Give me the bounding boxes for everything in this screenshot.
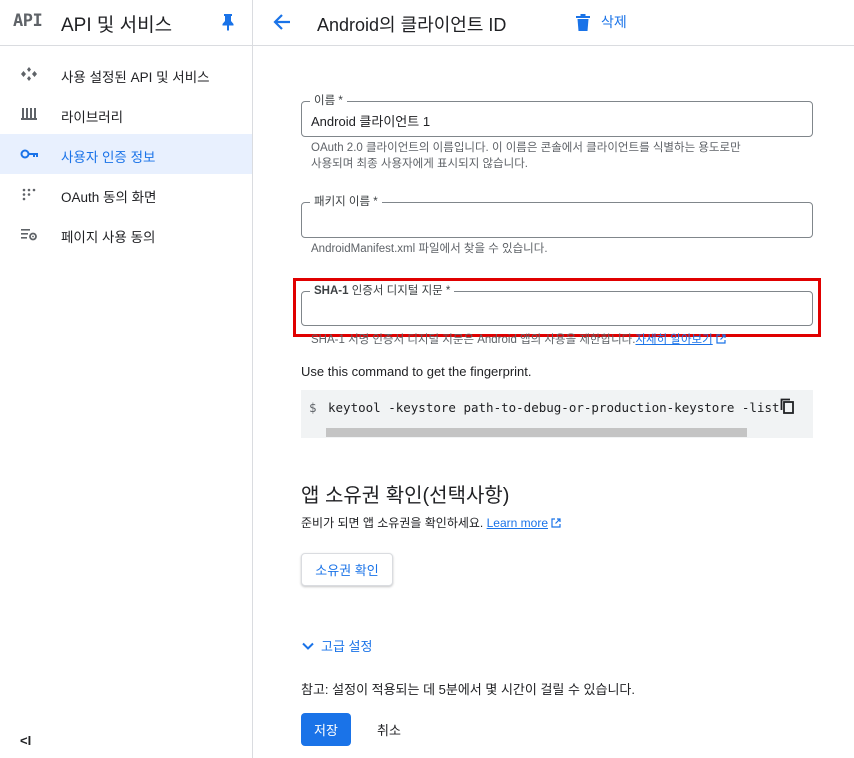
package-field-label: 패키지 이름 * [310,194,382,210]
back-arrow-icon[interactable] [271,11,293,33]
pin-icon[interactable] [220,13,236,31]
highlight-box [293,278,821,337]
ownership-learn-more-link[interactable]: Learn more [487,516,548,530]
horizontal-scrollbar[interactable] [326,428,747,437]
ownership-desc-text: 준비가 되면 앱 소유권을 확인하세요. [301,516,484,530]
save-button[interactable]: 저장 [301,713,351,746]
sha1-hint-text: SHA-1 서명 인증서 디지털 지문은 Android 앱의 사용을 제한합니… [311,334,636,346]
external-link-icon [716,334,726,344]
ownership-section-title: 앱 소유권 확인(선택사항) [301,485,510,507]
verify-ownership-button[interactable]: 소유권 확인 [301,553,393,586]
page-title: Android의 클라이언트 ID [317,15,507,35]
sidebar-nav: 사용 설정된 API 및 서비스 라이브러리 사용자 인증 정보 OAuth 동… [0,54,252,254]
library-icon [21,108,37,120]
settings-note: 참고: 설정이 적용되는 데 5분에서 몇 시간이 걸릴 수 있습니다. [301,682,636,697]
oauth-icon [22,188,36,201]
sidebar-item-oauth-consent[interactable]: OAuth 동의 화면 [0,174,252,214]
api-logo: API [13,11,43,31]
learn-more-link[interactable]: 자세히 알아보기 [635,334,712,346]
advanced-settings-label: 고급 설정 [321,639,373,654]
package-hint: AndroidManifest.xml 파일에서 찾을 수 있습니다. [311,243,548,255]
name-field-label: 이름 * [310,93,347,109]
command-text: keytool -keystore path-to-debug-or-produ… [328,400,780,415]
sidebar-header: API API 및 서비스 [0,0,252,46]
sidebar-title: API 및 서비스 [61,15,173,36]
name-field[interactable]: 이름 * Android 클라이언트 1 [301,93,813,137]
sidebar: API API 및 서비스 사용 설정된 API 및 서비스 라이브러리 사용자… [0,0,253,758]
name-hint-line1: OAuth 2.0 클라이언트의 이름입니다. 이 이름은 콘솔에서 클라이언트… [311,142,741,154]
collapse-sidebar-icon[interactable]: <I [20,733,31,748]
name-hint-line2: 사용되며 최종 사용자에게 표시되지 않습니다. [311,158,528,170]
key-icon [20,149,38,159]
sidebar-item-label: 사용자 인증 정보 [61,150,156,165]
delete-label: 삭제 [601,14,627,30]
sidebar-item-label: 사용 설정된 API 및 서비스 [61,70,210,85]
name-field-value: Android 클라이언트 1 [311,114,431,129]
sidebar-item-enabled-apis[interactable]: 사용 설정된 API 및 서비스 [0,54,252,94]
sidebar-item-label: OAuth 동의 화면 [61,190,157,205]
command-label: Use this command to get the fingerprint. [301,364,532,379]
sha1-hint: SHA-1 서명 인증서 디지털 지문은 Android 앱의 사용을 제한합니… [311,331,726,347]
name-hint: OAuth 2.0 클라이언트의 이름입니다. 이 이름은 콘솔에서 클라이언트… [311,140,741,172]
external-link-icon [551,518,561,528]
dashboard-icon [21,67,37,81]
package-name-field[interactable]: 패키지 이름 * [301,194,813,238]
sidebar-item-label: 라이브러리 [61,110,124,125]
trash-icon [576,13,590,31]
sidebar-item-label: 페이지 사용 동의 [61,230,156,245]
delete-button[interactable]: 삭제 [575,10,627,34]
copy-icon[interactable] [779,398,795,414]
cancel-button[interactable]: 취소 [362,713,416,746]
ownership-description: 준비가 되면 앱 소유권을 확인하세요. Learn more [301,514,561,531]
command-code-block: $ keytool -keystore path-to-debug-or-pro… [301,390,813,438]
advanced-settings-toggle[interactable]: 고급 설정 [301,636,372,655]
sidebar-item-page-usage-agreements[interactable]: 페이지 사용 동의 [0,214,252,254]
settings-list-icon [21,229,37,241]
top-bar: Android의 클라이언트 ID 삭제 [253,0,854,46]
command-prompt: $ [309,400,317,415]
sidebar-item-credentials[interactable]: 사용자 인증 정보 [0,134,252,174]
chevron-down-icon [302,642,314,650]
sidebar-item-library[interactable]: 라이브러리 [0,94,252,134]
